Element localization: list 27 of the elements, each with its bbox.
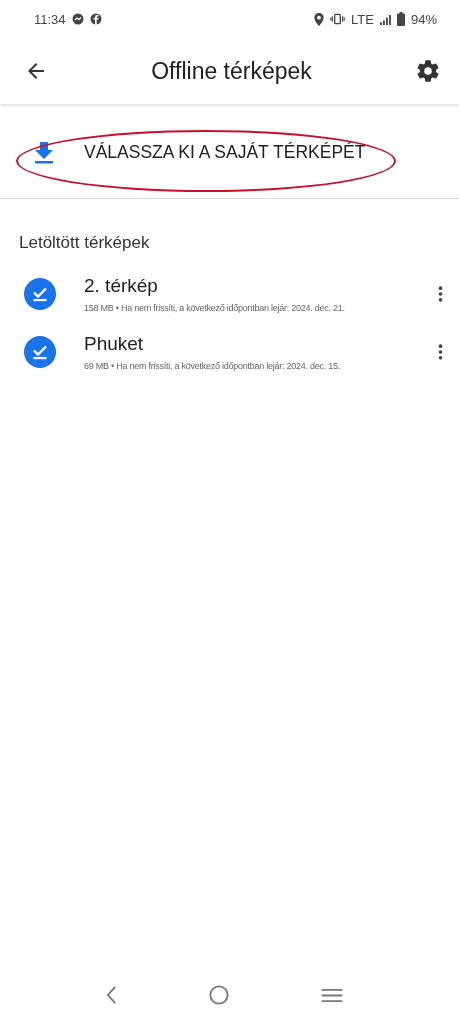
circle-outline-icon (209, 985, 229, 1005)
vibrate-icon (330, 13, 346, 25)
map-list-item[interactable]: 2. térkép 158 MB • Ha nem frissíti, a következő időpontban lejár: 2024. dec. 21. (0, 261, 459, 319)
section-heading: Letöltött térképek (18, 232, 151, 254)
download-icon (32, 140, 56, 164)
location-pin-icon (314, 12, 325, 26)
circle-f-icon (89, 13, 102, 25)
signal-icon (379, 13, 391, 25)
chevron-left-icon (106, 986, 117, 1004)
map-list-item[interactable]: Phuket 69 MB • Ha nem frissíti, a következő időpontban lejár: 2024. dec. 15. (0, 319, 459, 377)
three-lines-icon (321, 987, 343, 1003)
settings-icon (415, 58, 441, 84)
check-circle-icon (24, 336, 56, 368)
screen-title: Offline térképek (151, 57, 312, 85)
map-details: 69 MB • Ha nem frissíti, a következő időpontban lejár: 2024. dec. 15. (84, 361, 342, 371)
chat-bubble-icon (71, 13, 84, 25)
map-name: Phuket (84, 333, 145, 355)
battery-percent: 94% (410, 11, 437, 27)
status-time: 11:34 (34, 11, 66, 27)
check-circle-icon (24, 278, 56, 310)
more-vertical-icon (438, 285, 443, 303)
map-name: 2. térkép (84, 275, 159, 297)
network-type: LTE (351, 11, 374, 27)
battery-icon (396, 12, 405, 26)
more-vertical-icon (438, 343, 443, 361)
map-details: 158 MB • Ha nem frissíti, a következő időpontban lejár: 2024. dec. 21. (84, 303, 346, 313)
select-map-button[interactable]: VÁLASSZA KI A SAJÁT TÉRKÉPÉT (28, 136, 370, 168)
